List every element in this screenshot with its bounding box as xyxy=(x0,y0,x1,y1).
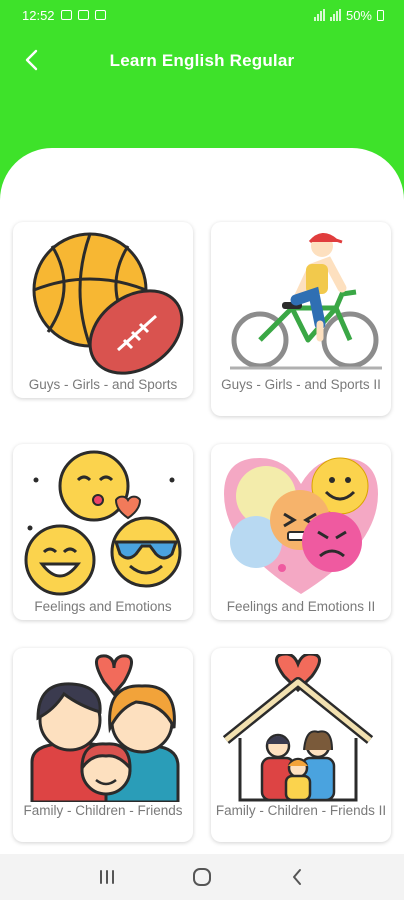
category-card[interactable]: Family - Children - Friends xyxy=(13,648,193,842)
card-label: Feelings and Emotions xyxy=(34,599,172,614)
system-nav-bar xyxy=(0,854,404,900)
emotions-heart-icon xyxy=(224,457,378,594)
category-card[interactable]: Family - Children - Friends II xyxy=(211,648,391,842)
family-house-icon xyxy=(222,654,374,802)
category-card[interactable]: Guys - Girls - and Sports xyxy=(13,222,193,398)
page-title: Learn English Regular xyxy=(109,51,295,70)
card-label: Feelings and Emotions II xyxy=(226,599,376,614)
battery-level: 50% xyxy=(345,7,372,23)
back-button[interactable] xyxy=(18,46,46,74)
signal-icon xyxy=(313,9,325,21)
card-label: Family - Children - Friends xyxy=(23,803,183,818)
cyclist-icon xyxy=(230,233,382,370)
category-card[interactable]: Feelings and Emotions II xyxy=(211,444,391,620)
category-card[interactable]: Guys - Girls - and Sports II xyxy=(211,222,391,416)
image-notification-icon xyxy=(60,10,72,20)
app-notification-icon xyxy=(94,10,106,20)
mail-notification-icon xyxy=(77,10,89,20)
status-bar: 12:52 50% xyxy=(0,0,404,30)
card-label: Guys - Girls - and Sports II xyxy=(221,377,381,392)
system-back-button[interactable] xyxy=(277,857,317,897)
signal-2-icon xyxy=(329,9,341,21)
status-time: 12:52 xyxy=(22,7,55,23)
card-label: Family - Children - Friends II xyxy=(215,803,387,818)
status-left: 12:52 xyxy=(22,8,106,23)
family-icon xyxy=(30,654,180,802)
sports-balls-icon xyxy=(32,232,184,375)
battery-icon xyxy=(377,9,384,21)
card-label: Guys - Girls - and Sports xyxy=(28,377,178,392)
app-header: Learn English Regular xyxy=(0,30,404,92)
home-circle-icon xyxy=(192,868,211,886)
chevron-left-icon xyxy=(292,869,301,885)
recent-apps-icon xyxy=(100,870,115,884)
category-card[interactable]: Feelings and Emotions xyxy=(13,444,193,620)
status-right: 50% xyxy=(313,7,384,23)
recent-apps-button[interactable] xyxy=(87,857,127,897)
home-button[interactable] xyxy=(182,857,222,897)
emoji-faces-icon xyxy=(24,450,182,596)
category-grid: Guys - Girls - and Sports Guys - Girls -… xyxy=(0,148,404,854)
chevron-left-icon xyxy=(25,49,38,71)
